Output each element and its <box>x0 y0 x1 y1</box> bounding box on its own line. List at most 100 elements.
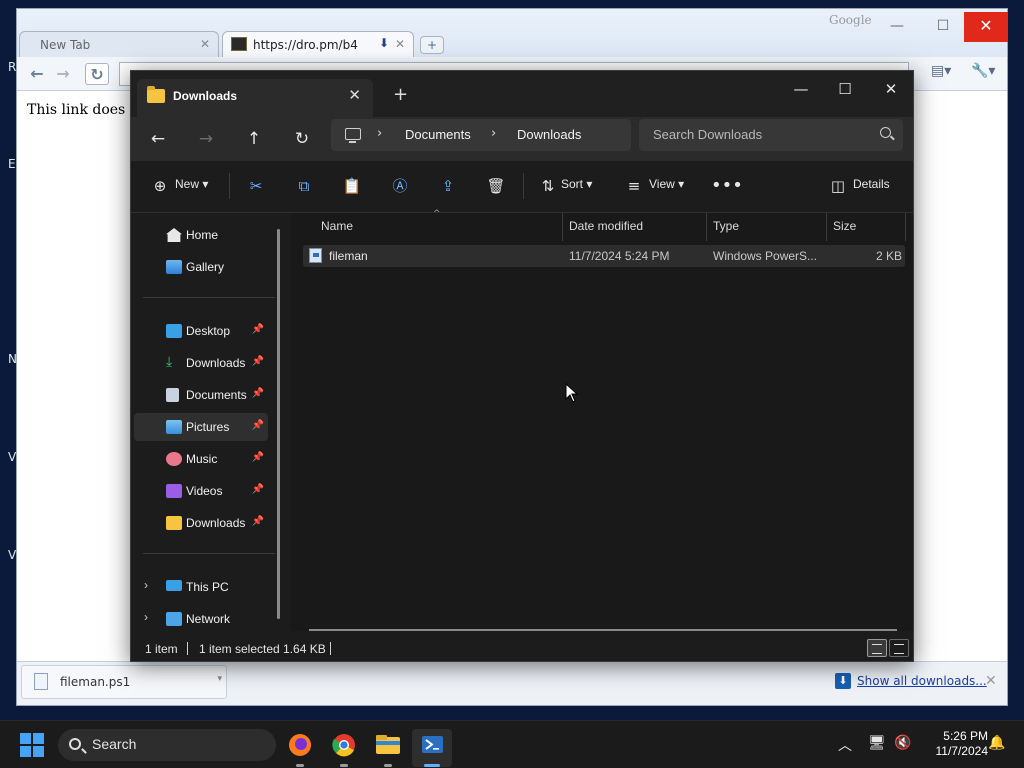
cut-icon[interactable]: ✂ <box>243 173 269 199</box>
column-divider[interactable] <box>905 213 906 241</box>
chrome-icon[interactable] <box>324 729 364 767</box>
details-view-icon[interactable] <box>867 639 887 657</box>
home-icon <box>166 228 182 242</box>
pin-icon[interactable]: 📌 <box>252 324 264 335</box>
sidebar-item-desktop[interactable]: Desktop 📌 <box>134 317 268 345</box>
maximize-icon[interactable]: ☐ <box>925 12 961 42</box>
column-header-type[interactable]: Type <box>713 219 739 233</box>
close-icon[interactable]: ✕ <box>395 37 405 51</box>
close-icon[interactable]: ✕ <box>348 86 361 104</box>
running-indicator <box>384 764 392 767</box>
new-tab-button[interactable]: + <box>420 36 444 54</box>
download-item[interactable]: fileman.ps1 ▾ <box>21 665 227 699</box>
powershell-icon[interactable] <box>412 729 452 767</box>
folder-icon <box>147 86 165 103</box>
tiles-view-icon[interactable] <box>889 639 909 657</box>
show-all-downloads-link[interactable]: ⬇ Show all downloads... <box>835 673 987 689</box>
sidebar-item-pictures[interactable]: Pictures 📌 <box>134 413 268 441</box>
network-status-icon[interactable]: 🖥 <box>868 735 886 751</box>
back-arrow-icon[interactable]: ← <box>25 63 49 85</box>
sidebar-scrollbar[interactable] <box>277 229 280 619</box>
pin-icon[interactable]: 📌 <box>252 452 264 463</box>
new-tab-button[interactable]: + <box>393 84 408 105</box>
copy-icon[interactable]: ⧉ <box>291 173 317 199</box>
chevron-right-icon[interactable]: › <box>144 610 148 624</box>
up-arrow-icon[interactable]: ↑ <box>239 125 269 153</box>
download-arrow-icon: ⬇ <box>378 36 389 50</box>
chevron-down-icon[interactable]: ▾ <box>217 674 222 684</box>
pin-icon[interactable]: 📌 <box>252 484 264 495</box>
wrench-icon[interactable]: 🔧▾ <box>971 63 995 79</box>
share-icon[interactable]: ⇪ <box>435 173 461 199</box>
taskbar-search[interactable]: Search <box>58 729 276 761</box>
maximize-icon[interactable]: ☐ <box>823 75 867 103</box>
chevron-right-icon[interactable]: › <box>491 126 496 141</box>
column-divider[interactable] <box>562 213 563 241</box>
column-header-name[interactable]: Name <box>321 219 353 233</box>
sidebar-item-network[interactable]: › Network <box>134 605 268 633</box>
forward-arrow-icon[interactable]: → <box>191 125 221 153</box>
chevron-right-icon[interactable]: › <box>144 578 148 592</box>
minimize-icon[interactable]: — <box>779 75 823 103</box>
breadcrumb-documents[interactable]: Documents <box>405 127 471 142</box>
firefox-icon[interactable] <box>280 729 320 767</box>
chevron-up-icon[interactable]: ︿ <box>838 735 852 755</box>
address-bar[interactable]: › Documents › Downloads <box>331 119 631 151</box>
browser-tab-label: https://dro.pm/b4 <box>253 38 358 52</box>
breadcrumb-downloads[interactable]: Downloads <box>517 127 581 142</box>
explorer-navigation-bar: ← → ↑ ↻ › Documents › Downloads Search D… <box>131 117 913 161</box>
browser-tab-active[interactable]: https://dro.pm/b4 ⬇ ✕ <box>222 31 414 57</box>
paste-icon[interactable]: 📋 <box>339 173 365 199</box>
pin-icon[interactable]: 📌 <box>252 356 264 367</box>
file-explorer-icon[interactable] <box>368 729 408 767</box>
delete-icon[interactable]: 🗑 <box>483 173 509 199</box>
page-menu-icon[interactable]: ▤▾ <box>931 63 951 79</box>
chevron-right-icon[interactable]: › <box>377 126 382 141</box>
more-options-icon[interactable]: ••• <box>711 173 743 199</box>
close-icon[interactable]: ✕ <box>200 37 210 51</box>
close-icon[interactable]: ✕ <box>869 75 913 103</box>
details-button[interactable]: Details <box>853 177 890 191</box>
divider <box>229 173 230 199</box>
column-divider[interactable] <box>826 213 827 241</box>
table-row[interactable]: fileman 11/7/2024 5:24 PM Windows PowerS… <box>303 245 905 267</box>
rename-icon[interactable]: Ⓐ <box>387 173 413 199</box>
view-button[interactable]: View ▾ <box>649 177 684 191</box>
reload-icon[interactable]: ↻ <box>85 63 109 85</box>
pin-icon[interactable]: 📌 <box>252 516 264 527</box>
sidebar-item-documents[interactable]: Documents 📌 <box>134 381 268 409</box>
volume-muted-icon[interactable]: 🔇 <box>894 735 911 751</box>
close-window-button[interactable]: ✕ <box>964 12 1008 42</box>
sidebar-item-music[interactable]: Music 📌 <box>134 445 268 473</box>
back-arrow-icon[interactable]: ← <box>143 125 173 153</box>
pin-icon[interactable]: 📌 <box>252 388 264 399</box>
windows-start-icon[interactable] <box>20 733 44 757</box>
new-button[interactable]: New ▾ <box>175 177 208 191</box>
sidebar-item-downloads-folder[interactable]: Downloads 📌 <box>134 509 268 537</box>
refresh-icon[interactable]: ↻ <box>287 125 317 153</box>
column-header-size[interactable]: Size <box>833 219 856 233</box>
browser-tab-new-tab[interactable]: New Tab ✕ <box>19 31 219 57</box>
desktop-label-fragment: E <box>8 157 16 171</box>
notification-bell-icon[interactable]: 🔔 <box>988 735 1005 751</box>
sidebar-item-gallery[interactable]: Gallery <box>134 253 268 281</box>
status-item-count: 1 item <box>145 642 178 656</box>
sidebar-item-label: Gallery <box>186 260 225 274</box>
sort-button[interactable]: Sort ▾ <box>561 177 592 191</box>
taskbar-clock[interactable]: 5:26 PM 11/7/2024 <box>918 729 989 759</box>
sidebar-item-videos[interactable]: Videos 📌 <box>134 477 268 505</box>
forward-arrow-icon[interactable]: → <box>51 63 75 85</box>
close-icon[interactable]: ✕ <box>985 673 997 689</box>
explorer-tab[interactable]: Downloads ✕ <box>137 79 373 117</box>
divider <box>143 297 275 298</box>
sidebar-item-downloads[interactable]: ⤓ Downloads 📌 <box>134 349 268 377</box>
browser-tab-strip: New Tab ✕ https://dro.pm/b4 ⬇ ✕ + Google… <box>17 9 1008 57</box>
search-input[interactable]: Search Downloads <box>639 119 903 151</box>
column-header-date-modified[interactable]: Date modified <box>569 219 643 233</box>
minimize-icon[interactable]: — <box>879 12 915 42</box>
pin-icon[interactable]: 📌 <box>252 420 264 431</box>
sidebar-item-home[interactable]: Home <box>134 221 268 249</box>
sidebar-item-this-pc[interactable]: › This PC <box>134 573 268 601</box>
column-divider[interactable] <box>706 213 707 241</box>
file-explorer-window: Downloads ✕ + — ☐ ✕ ← → ↑ ↻ › Documents … <box>130 70 914 662</box>
